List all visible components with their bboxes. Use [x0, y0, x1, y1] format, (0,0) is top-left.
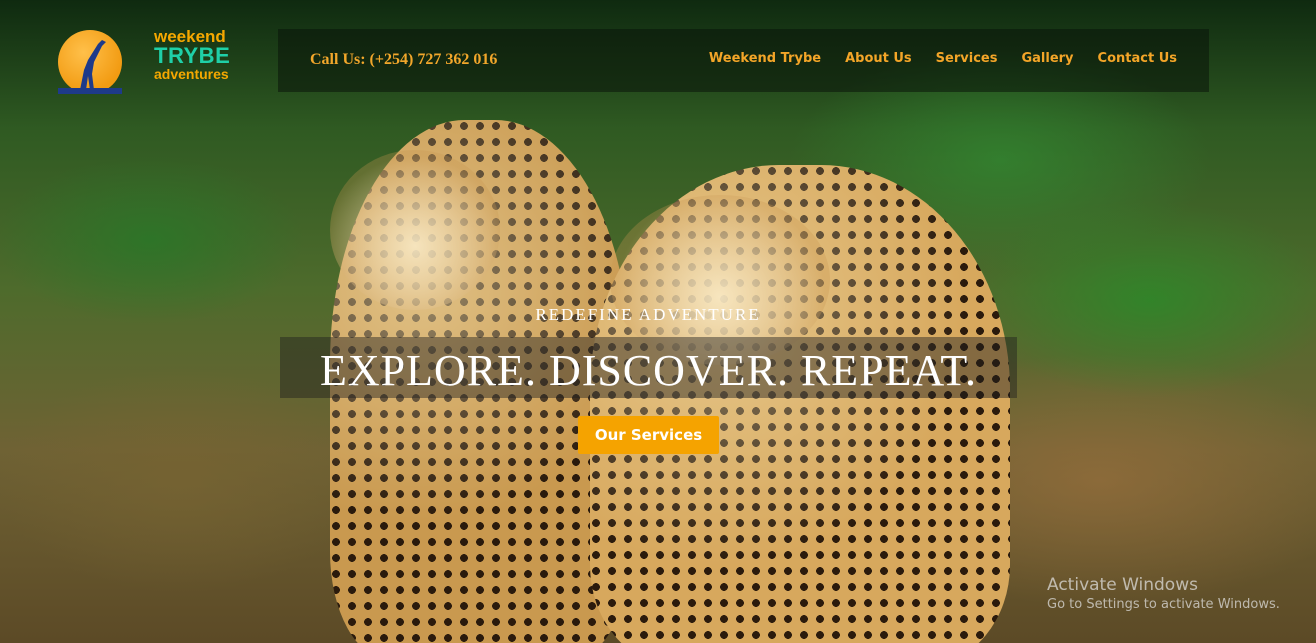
call-us-phone[interactable]: Call Us: (+254) 727 362 016 [310, 51, 497, 69]
nav-gallery[interactable]: Gallery [1021, 51, 1073, 66]
logo-word-trybe: TRYBE [154, 43, 231, 68]
site-logo[interactable]: weekend TRYBE adventures [58, 28, 238, 98]
activate-windows-subtitle: Go to Settings to activate Windows. [1047, 597, 1280, 612]
activate-windows-watermark: Activate Windows Go to Settings to activ… [1047, 575, 1280, 612]
hero-title: EXPLORE. DISCOVER. REPEAT. [319, 346, 978, 395]
nav-about-us[interactable]: About Us [845, 51, 912, 66]
our-services-button[interactable]: Our Services [578, 416, 719, 454]
hero-title-banner: EXPLORE. DISCOVER. REPEAT. [280, 337, 1017, 398]
nav-weekend-trybe[interactable]: Weekend Trybe [709, 51, 821, 66]
main-nav: Weekend Trybe About Us Services Gallery … [709, 51, 1177, 66]
logo-wordmark: weekend TRYBE adventures [154, 28, 230, 81]
activate-windows-title: Activate Windows [1047, 575, 1198, 595]
top-navigation-bar: Call Us: (+254) 727 362 016 Weekend Tryb… [278, 29, 1209, 92]
logo-sun-icon [58, 30, 122, 94]
logo-giraffe-icon [58, 40, 122, 94]
cheetah-left-face [330, 150, 500, 310]
hero-subtitle: REDEFINE ADVENTURE [535, 305, 761, 324]
logo-word-adventures: adventures [154, 66, 229, 82]
nav-contact-us[interactable]: Contact Us [1098, 51, 1177, 66]
nav-services[interactable]: Services [936, 51, 998, 66]
